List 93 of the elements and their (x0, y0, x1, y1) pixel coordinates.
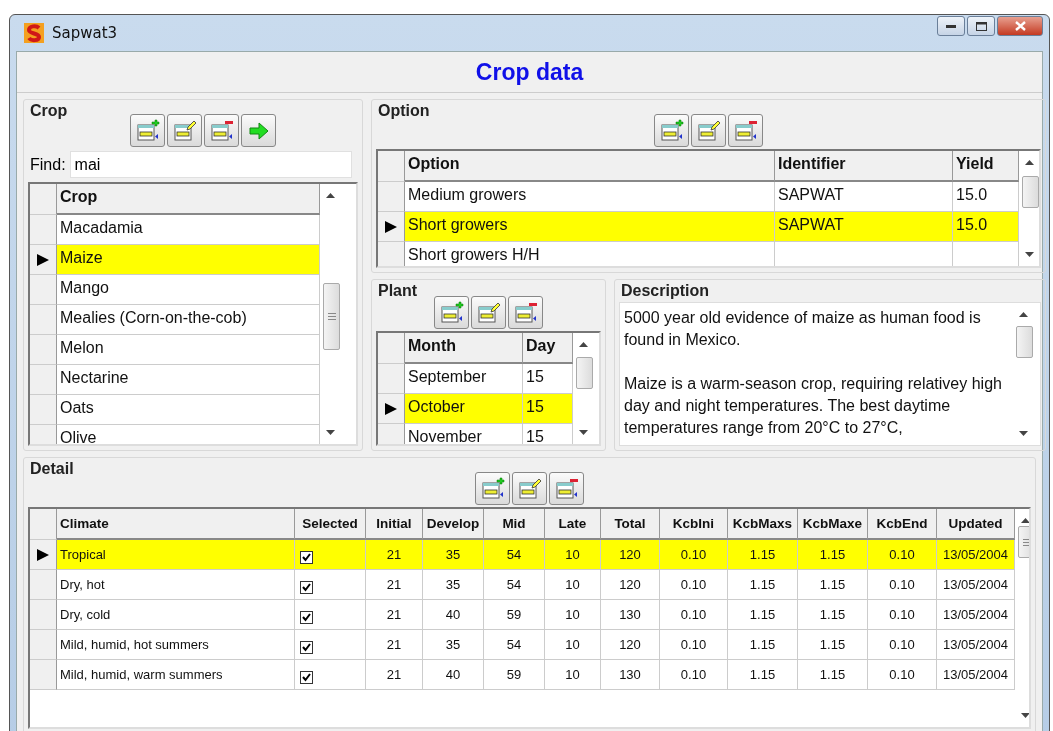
table-cell[interactable]: 0.10 (868, 570, 937, 600)
panel-title: Description (620, 281, 710, 300)
column-header[interactable]: KcbIni (660, 509, 728, 540)
panel-title: Detail (29, 459, 75, 478)
table-cell[interactable]: 0.10 (868, 630, 937, 660)
table-cell[interactable]: 1.15 (798, 660, 868, 690)
table-cell[interactable]: Short growers H/H (405, 242, 775, 266)
table-cell[interactable]: 120 (601, 630, 660, 660)
column-header[interactable]: Option (405, 151, 775, 182)
table-cell[interactable]: Dry, hot (57, 570, 295, 600)
table-cell[interactable]: 1.15 (728, 660, 798, 690)
table-cell[interactable]: 10 (545, 660, 601, 690)
table-cell[interactable]: 35 (423, 570, 484, 600)
table-cell[interactable]: 15 (523, 394, 573, 424)
table-cell[interactable]: 21 (366, 660, 423, 690)
table-cell[interactable]: 54 (484, 540, 545, 570)
table-cell[interactable]: Dry, cold (57, 600, 295, 630)
panel-title: Crop (29, 101, 69, 120)
table-cell[interactable]: Oats (57, 395, 320, 425)
page-heading: Crop data (17, 52, 1042, 93)
panel-title: Plant (377, 281, 419, 300)
table-cell[interactable]: Maize (57, 245, 320, 275)
table-cell[interactable]: 13/05/2004 (937, 540, 1015, 570)
table-cell[interactable]: 21 (366, 540, 423, 570)
table-cell[interactable]: 130 (601, 600, 660, 630)
table-cell[interactable]: Mild, humid, warm summers (57, 660, 295, 690)
table-cell[interactable]: 0.10 (660, 660, 728, 690)
table-cell[interactable]: 1.15 (728, 630, 798, 660)
table-cell[interactable]: 0.10 (660, 570, 728, 600)
column-header[interactable]: KcbMaxs (728, 509, 798, 540)
column-header[interactable]: Crop (57, 184, 320, 215)
table-cell[interactable]: November (405, 424, 523, 444)
table-cell[interactable]: 40 (423, 600, 484, 630)
column-header[interactable]: Yield (953, 151, 1019, 182)
column-header[interactable]: Identifier (775, 151, 953, 182)
table-cell[interactable]: 10 (545, 540, 601, 570)
table-cell[interactable]: 1.15 (798, 600, 868, 630)
column-header[interactable]: KcbMaxe (798, 509, 868, 540)
table-cell[interactable]: 10 (545, 570, 601, 600)
column-header[interactable]: Month (405, 333, 523, 364)
table-cell[interactable]: 21 (366, 630, 423, 660)
table-cell[interactable]: 54 (484, 570, 545, 600)
table-cell[interactable]: 0.10 (868, 540, 937, 570)
table-cell[interactable]: 130 (601, 660, 660, 690)
table-cell[interactable]: 1.15 (728, 540, 798, 570)
table-cell[interactable]: 59 (484, 660, 545, 690)
column-header[interactable]: Day (523, 333, 573, 364)
table-cell[interactable]: 120 (601, 570, 660, 600)
column-header[interactable]: Late (545, 509, 601, 540)
column-header[interactable]: Mid (484, 509, 545, 540)
table-cell[interactable]: 59 (484, 600, 545, 630)
column-header[interactable]: KcbEnd (868, 509, 937, 540)
table-cell[interactable]: Melon (57, 335, 320, 365)
table-cell[interactable]: 1.15 (798, 540, 868, 570)
table-cell[interactable]: 1.15 (728, 600, 798, 630)
description-text: Maize is a warm-season crop, requiring relativey high day and night temperatures. The best daytime temperatures range from 20°C to 27°C, (624, 374, 1003, 438)
description-text: 5000 year old evidence of maize as human food is found in Mexico. (624, 308, 982, 350)
table-cell[interactable]: 1.15 (728, 570, 798, 600)
table-cell[interactable]: Mango (57, 275, 320, 305)
table-cell[interactable]: Short growers (405, 212, 775, 242)
table-cell[interactable]: October (405, 394, 523, 424)
table-cell[interactable]: 0.10 (660, 540, 728, 570)
table-cell[interactable]: 40 (423, 660, 484, 690)
column-header[interactable]: Climate (57, 509, 295, 540)
table-cell[interactable]: Nectarine (57, 365, 320, 395)
table-cell[interactable]: Mealies (Corn-on-the-cob) (57, 305, 320, 335)
table-cell[interactable]: 0.10 (868, 600, 937, 630)
table-cell[interactable]: 21 (366, 600, 423, 630)
window-title: Sapwat3 (52, 24, 118, 42)
table-cell[interactable]: 15.0 (953, 212, 1019, 242)
column-header[interactable]: Updated (937, 509, 1015, 540)
column-header[interactable]: Develop (423, 509, 484, 540)
table-cell[interactable]: 0.10 (868, 660, 937, 690)
table-cell[interactable]: SAPWAT (775, 212, 953, 242)
column-header[interactable]: Initial (366, 509, 423, 540)
table-cell[interactable]: Tropical (57, 540, 295, 570)
panel-title: Option (377, 101, 431, 120)
table-cell[interactable]: 35 (423, 540, 484, 570)
table-cell[interactable]: 0.10 (660, 630, 728, 660)
table-cell[interactable]: 10 (545, 630, 601, 660)
table-cell[interactable]: 35 (423, 630, 484, 660)
column-header[interactable]: Selected (295, 509, 366, 540)
column-header[interactable]: Total (601, 509, 660, 540)
table-cell[interactable]: 54 (484, 630, 545, 660)
table-cell[interactable]: 1.15 (798, 570, 868, 600)
find-label: Find: (30, 155, 66, 174)
table-cell[interactable]: 1.15 (798, 630, 868, 660)
table-cell[interactable]: 21 (366, 570, 423, 600)
table-cell[interactable]: 120 (601, 540, 660, 570)
table-cell[interactable]: 10 (545, 600, 601, 630)
table-cell[interactable]: Mild, humid, hot summers (57, 630, 295, 660)
table-cell[interactable]: 0.10 (660, 600, 728, 630)
find-field[interactable]: mai (69, 151, 352, 178)
